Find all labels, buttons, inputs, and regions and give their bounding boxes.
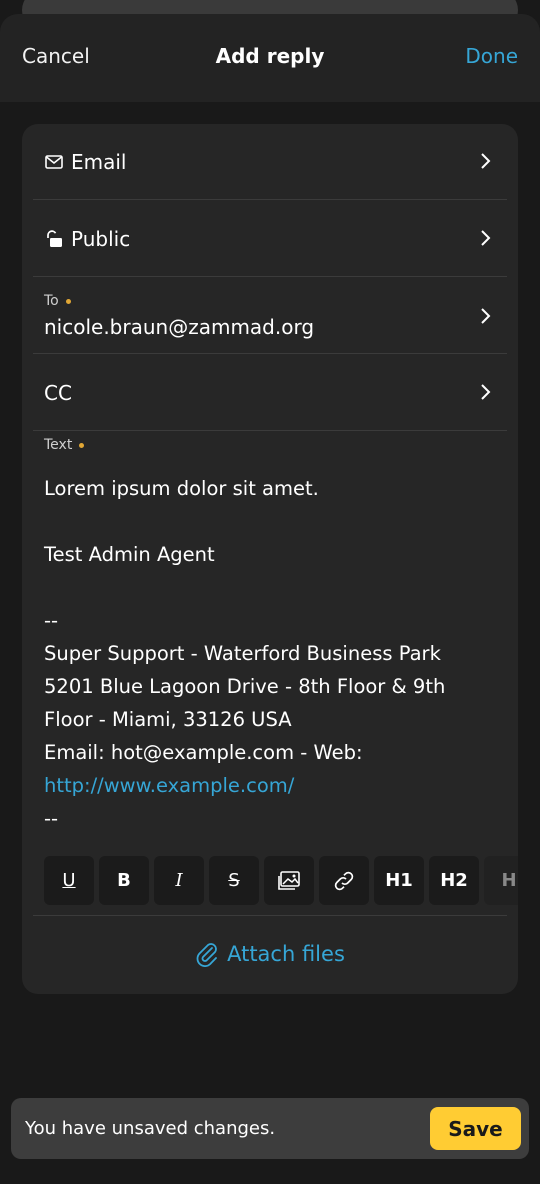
unlock-icon [47,230,62,247]
attach-files-button[interactable]: Attach files [22,941,518,967]
chevron-right-icon [481,308,491,324]
link-button[interactable] [319,856,369,905]
heading2-icon: H2 [440,870,468,891]
cc-field[interactable]: CC [33,355,507,431]
formatting-toolbar: U B I S H1 H2 H [44,856,518,906]
strikethrough-button[interactable]: S [209,856,259,905]
text-line: Floor - Miami, 33126 USA [44,708,292,731]
text-label-wrap: Text [44,437,484,453]
text-line [44,571,494,604]
article-type-label: Email [71,150,127,174]
text-line: 5201 Blue Lagoon Drive - 8th Floor & 9th [44,675,446,698]
paperclip-icon [196,943,217,967]
article-type-label-wrap: Email [44,150,127,174]
chevron-right-icon [481,230,491,246]
underline-icon: U [62,870,76,891]
divider [33,915,507,916]
text-editor[interactable]: Lorem ipsum dolor sit amet. Test Admin A… [44,472,494,835]
chevron-right-icon [481,153,491,169]
image-button[interactable] [264,856,314,905]
visibility-field[interactable]: Public [33,201,507,277]
image-icon [278,870,300,890]
text-line: Email: hot@example.com - Web: [44,741,363,764]
reply-form-card: Email Public To nicole.braun@zammad.org … [22,124,518,994]
to-label: To [44,293,59,309]
save-button[interactable]: Save [430,1107,521,1150]
heading3-button[interactable]: H [484,856,518,905]
bold-icon: B [117,870,131,891]
to-value: nicole.braun@zammad.org [44,315,315,339]
required-indicator [65,298,71,304]
text-line: Lorem ipsum dolor sit amet. [44,477,319,500]
heading1-button[interactable]: H1 [374,856,424,905]
mail-icon [45,155,63,169]
to-label-wrap: To [44,293,71,309]
dialog-header: Cancel Add reply Done [0,14,540,102]
article-type-field[interactable]: Email [33,124,507,200]
unsaved-changes-bar: You have unsaved changes. Save [11,1098,529,1159]
italic-button[interactable]: I [154,856,204,905]
unsaved-changes-message: You have unsaved changes. [25,1118,276,1139]
visibility-label-wrap: Public [44,227,130,251]
visibility-label: Public [71,227,131,251]
text-line: Test Admin Agent [44,543,215,566]
text-line: Super Support - Waterford Business Park [44,642,441,665]
signature-link[interactable]: http://www.example.com/ [44,769,494,802]
cc-label: CC [44,381,72,405]
underline-button[interactable]: U [44,856,94,905]
heading1-icon: H1 [385,870,413,891]
text-line: -- [44,609,59,632]
chevron-right-icon [481,384,491,400]
text-line: -- [44,807,59,830]
required-indicator [79,442,85,448]
bold-button[interactable]: B [99,856,149,905]
dialog-title: Add reply [215,44,325,68]
done-button[interactable]: Done [465,44,518,68]
text-label: Text [44,437,73,453]
to-field[interactable]: To nicole.braun@zammad.org [33,278,507,354]
heading3-icon: H [501,870,517,891]
text-line [44,505,494,538]
strikethrough-icon: S [228,870,240,891]
italic-icon: I [175,870,183,891]
heading2-button[interactable]: H2 [429,856,479,905]
attach-files-label: Attach files [227,942,345,966]
link-icon [334,871,354,890]
